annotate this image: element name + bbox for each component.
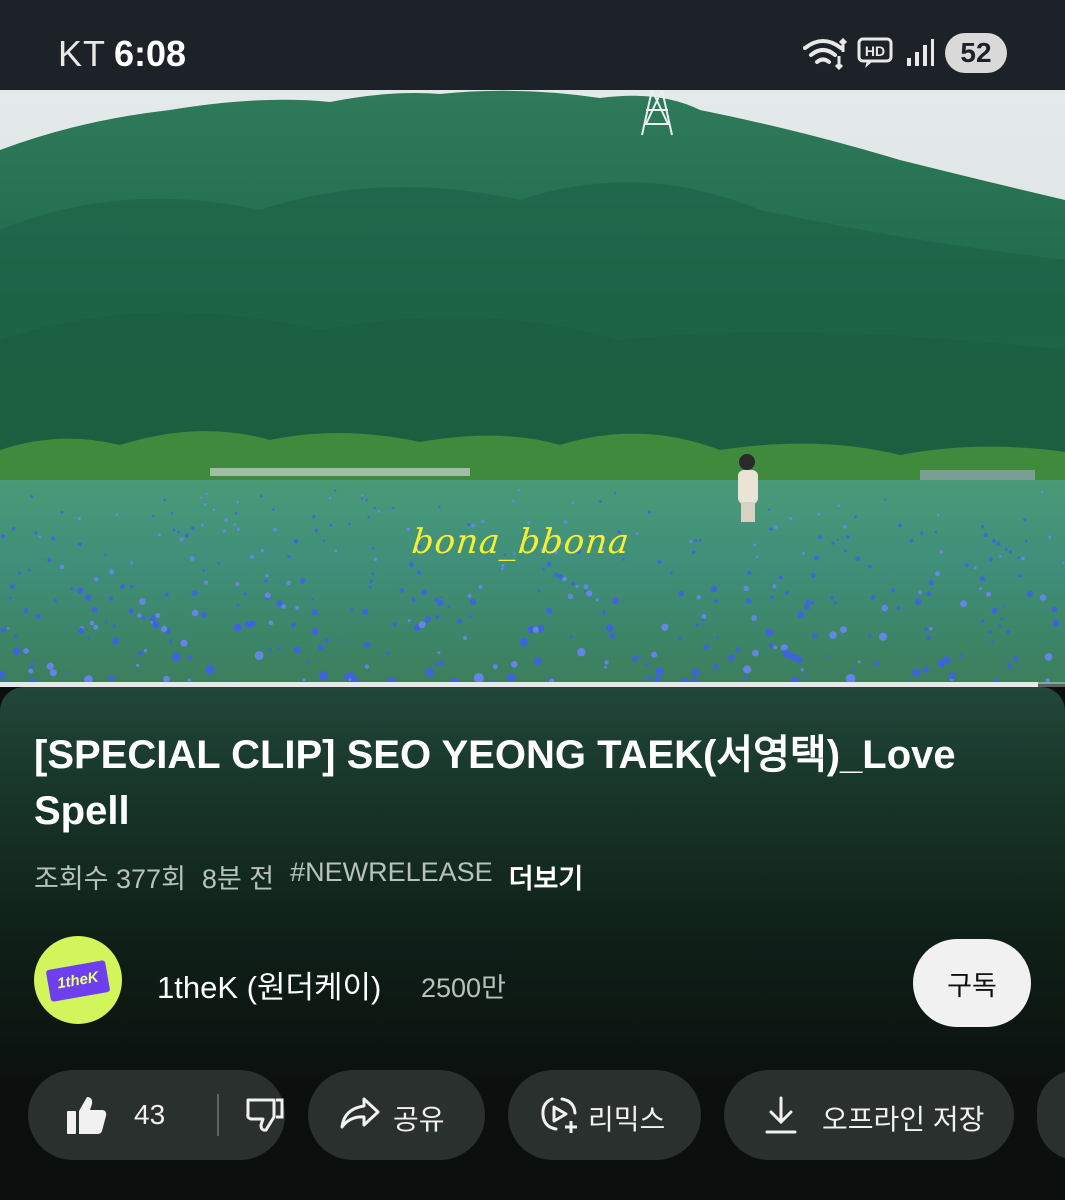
more-actions-button[interactable] <box>1037 1070 1065 1160</box>
video-title[interactable]: [SPECIAL CLIP] SEO YEONG TAEK(서영택)_Love … <box>34 727 1024 839</box>
more-link[interactable]: 더보기 <box>509 857 584 896</box>
like-count: 43 <box>134 1099 166 1130</box>
like-divider <box>217 1094 219 1136</box>
share-icon <box>340 1097 380 1129</box>
battery-level: 52 <box>960 37 992 68</box>
subscriber-count: 2500만 <box>421 973 506 1003</box>
download-icon <box>765 1096 797 1134</box>
status-bar: KT 6:08 HD 52 <box>0 0 1065 90</box>
subscribe-label: 구독 <box>947 970 997 1001</box>
thumbs-up-icon[interactable] <box>66 1095 108 1135</box>
action-bar: 43 공유 리믹스 오프라인 저장 <box>0 1070 1065 1160</box>
share-button[interactable]: 공유 <box>308 1070 485 1160</box>
hd-voice-icon: HD <box>857 37 893 68</box>
carrier-label: KT <box>58 33 107 74</box>
video-info-panel: [SPECIAL CLIP] SEO YEONG TAEK(서영택)_Love … <box>0 687 1065 1200</box>
signal-icon <box>907 39 934 66</box>
battery-icon: 52 <box>945 33 1007 73</box>
subscribe-button[interactable]: 구독 <box>913 939 1031 1027</box>
share-label: 공유 <box>393 1104 445 1135</box>
channel-logo: 1theK <box>45 960 111 1002</box>
video-frame <box>0 90 1065 684</box>
video-meta[interactable]: 조회수 377회 8분 전 #NEWRELEASE 더보기 <box>34 857 583 896</box>
view-count: 조회수 377회 <box>34 864 186 894</box>
remix-icon <box>541 1097 577 1133</box>
video-player[interactable]: bona_bbona <box>0 90 1065 684</box>
upload-time: 8분 전 <box>201 864 275 894</box>
channel-logo-text: 1theK <box>55 968 100 993</box>
like-dislike-button[interactable]: 43 <box>28 1070 285 1160</box>
hashtag-link[interactable]: #NEWRELEASE <box>290 857 493 896</box>
hd-label: HD <box>865 43 885 59</box>
download-button[interactable]: 오프라인 저장 <box>724 1070 1014 1160</box>
channel-name[interactable]: 1theK (원더케이) <box>157 962 381 1007</box>
channel-avatar[interactable]: 1theK <box>34 936 122 1024</box>
remix-label: 리믹스 <box>588 1104 666 1135</box>
thumbs-down-icon[interactable] <box>246 1097 284 1133</box>
download-label: 오프라인 저장 <box>822 1104 985 1135</box>
status-icons: HD 52 <box>803 32 1007 74</box>
remix-button[interactable]: 리믹스 <box>508 1070 701 1160</box>
wifi-icon <box>803 37 847 70</box>
clock: 6:08 <box>114 33 187 74</box>
watermark-text: bona_bbona <box>409 522 632 562</box>
